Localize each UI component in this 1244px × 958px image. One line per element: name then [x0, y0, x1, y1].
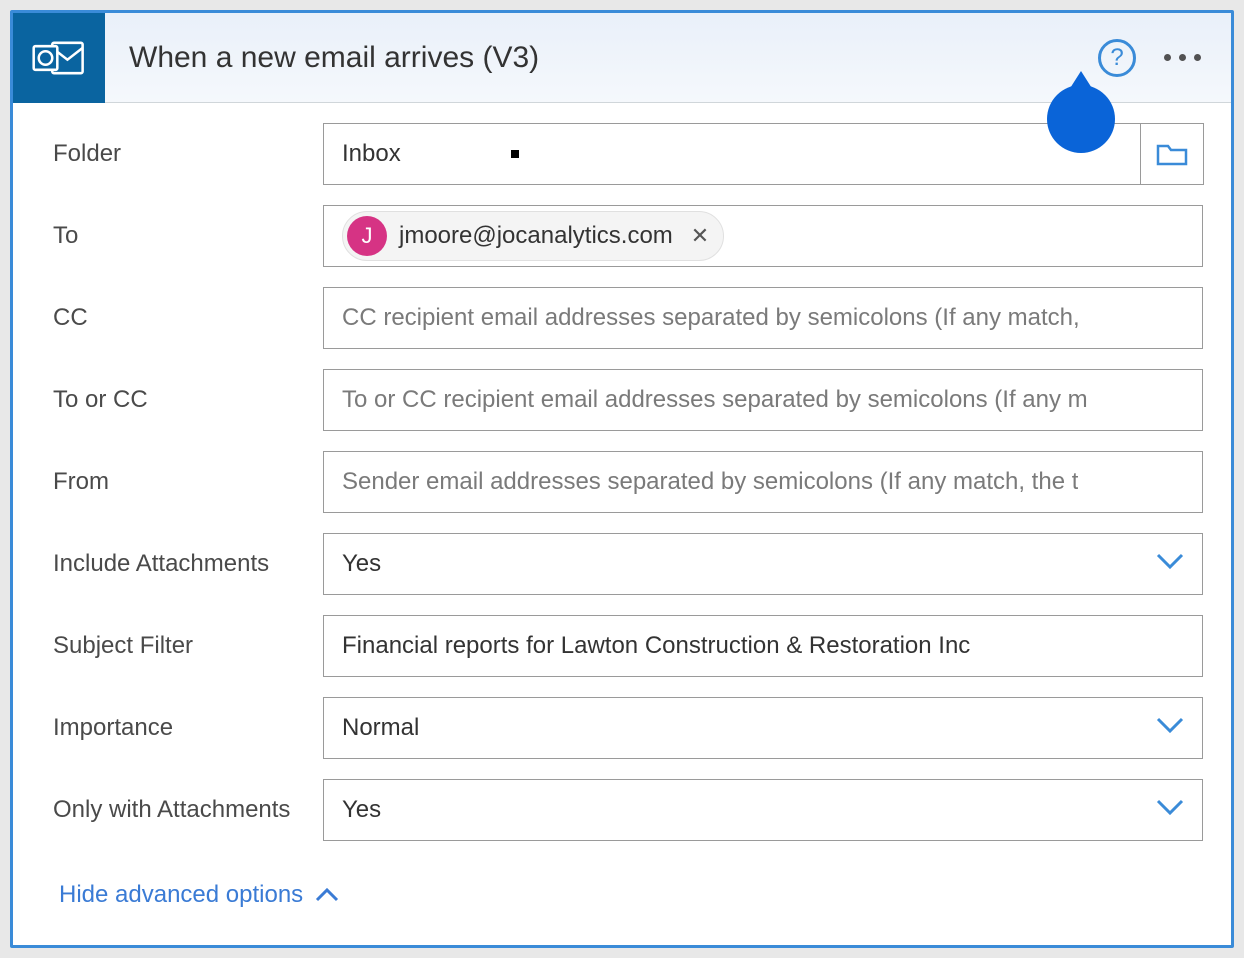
card-body: Folder Inbox To J jmo — [13, 103, 1231, 945]
only-attachments-select[interactable]: Yes — [323, 779, 1203, 841]
folder-value: Inbox — [342, 140, 401, 168]
remove-chip-button[interactable]: ✕ — [691, 223, 709, 249]
folder-picker-button[interactable] — [1140, 123, 1204, 185]
row-only-attachments: Only with Attachments Yes — [53, 779, 1203, 841]
card-header: When a new email arrives (V3) ? — [13, 13, 1231, 103]
outlook-icon — [13, 13, 105, 103]
label-subject-filter: Subject Filter — [53, 632, 323, 660]
from-input[interactable]: Sender email addresses separated by semi… — [323, 451, 1203, 513]
tocc-input[interactable]: To or CC recipient email addresses separ… — [323, 369, 1203, 431]
label-only-attachments: Only with Attachments — [53, 796, 323, 824]
subject-filter-value: Financial reports for Lawton Constructio… — [342, 632, 970, 660]
to-input[interactable]: J jmoore@jocanalytics.com ✕ — [323, 205, 1203, 267]
recipient-chip: J jmoore@jocanalytics.com ✕ — [342, 211, 724, 261]
chevron-down-icon — [1156, 796, 1184, 824]
from-placeholder: Sender email addresses separated by semi… — [342, 468, 1078, 496]
chevron-down-icon — [1156, 714, 1184, 742]
label-folder: Folder — [53, 140, 323, 168]
card-title: When a new email arrives (V3) — [105, 41, 1098, 75]
row-from: From Sender email addresses separated by… — [53, 451, 1203, 513]
row-to: To J jmoore@jocanalytics.com ✕ — [53, 205, 1203, 267]
row-cc: CC CC recipient email addresses separate… — [53, 287, 1203, 349]
chevron-down-icon — [1156, 550, 1184, 578]
label-cc: CC — [53, 304, 323, 332]
row-tocc: To or CC To or CC recipient email addres… — [53, 369, 1203, 431]
help-button[interactable]: ? — [1098, 39, 1136, 77]
cc-input[interactable]: CC recipient email addresses separated b… — [323, 287, 1203, 349]
subject-filter-input[interactable]: Financial reports for Lawton Constructio… — [323, 615, 1203, 677]
cc-placeholder: CC recipient email addresses separated b… — [342, 304, 1080, 332]
recipient-email: jmoore@jocanalytics.com — [399, 222, 673, 250]
row-importance: Importance Normal — [53, 697, 1203, 759]
hide-advanced-toggle[interactable]: Hide advanced options — [53, 861, 339, 935]
tocc-placeholder: To or CC recipient email addresses separ… — [342, 386, 1088, 414]
trigger-card: When a new email arrives (V3) ? Folder I… — [10, 10, 1234, 948]
more-menu-button[interactable] — [1164, 54, 1201, 61]
label-importance: Importance — [53, 714, 323, 742]
hide-advanced-label: Hide advanced options — [59, 881, 303, 909]
row-include-attachments: Include Attachments Yes — [53, 533, 1203, 595]
importance-select[interactable]: Normal — [323, 697, 1203, 759]
avatar: J — [347, 216, 387, 256]
include-attachments-select[interactable]: Yes — [323, 533, 1203, 595]
only-attachments-value: Yes — [342, 796, 381, 824]
label-tocc: To or CC — [53, 386, 323, 414]
importance-value: Normal — [342, 714, 419, 742]
chevron-up-icon — [315, 881, 339, 909]
label-to: To — [53, 222, 323, 250]
label-from: From — [53, 468, 323, 496]
row-subject-filter: Subject Filter Financial reports for Law… — [53, 615, 1203, 677]
row-folder: Folder Inbox — [53, 123, 1203, 185]
label-include-attachments: Include Attachments — [53, 550, 323, 578]
caret-indicator — [511, 150, 519, 158]
include-attachments-value: Yes — [342, 550, 381, 578]
drip-indicator — [1047, 85, 1115, 153]
